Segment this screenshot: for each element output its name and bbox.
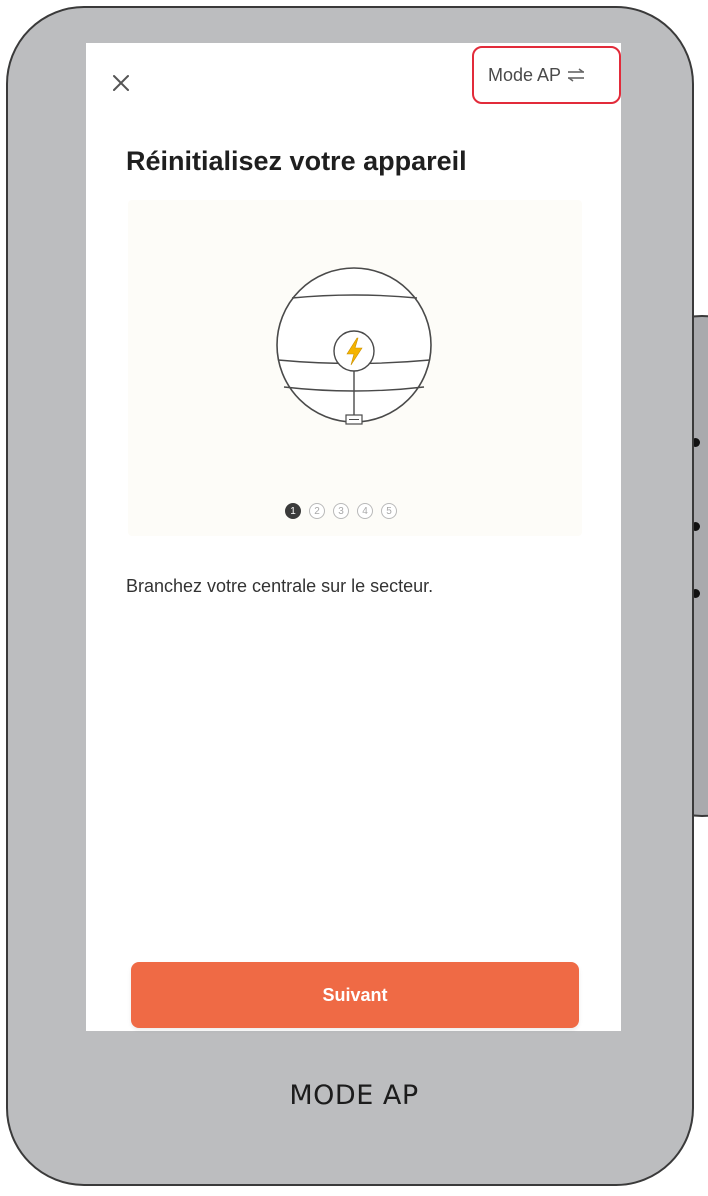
mode-ap-label: Mode AP — [488, 64, 562, 85]
instruction-text: Branchez votre centrale sur le secteur. — [126, 576, 434, 596]
step-dot: 5 — [381, 503, 397, 519]
mode-ap-button[interactable]: Mode AP — [472, 46, 621, 104]
step-dot: 1 — [285, 503, 301, 519]
step-indicator: 1 2 3 4 5 — [285, 503, 397, 519]
page-title: Réinitialisez votre appareil — [126, 146, 467, 176]
close-icon — [113, 75, 129, 91]
switch-icon — [567, 68, 585, 82]
close-button[interactable] — [106, 68, 136, 98]
device-illustration — [128, 200, 582, 536]
next-button[interactable]: Suivant — [131, 962, 579, 1028]
app-screen — [86, 43, 621, 1031]
canvas: Mode AP Réinitialisez votre appareil 1 2… — [0, 0, 708, 1196]
caption-label: MODE AP — [289, 1080, 419, 1111]
step-dot: 3 — [333, 503, 349, 519]
step-dot: 4 — [357, 503, 373, 519]
step-dot: 2 — [309, 503, 325, 519]
